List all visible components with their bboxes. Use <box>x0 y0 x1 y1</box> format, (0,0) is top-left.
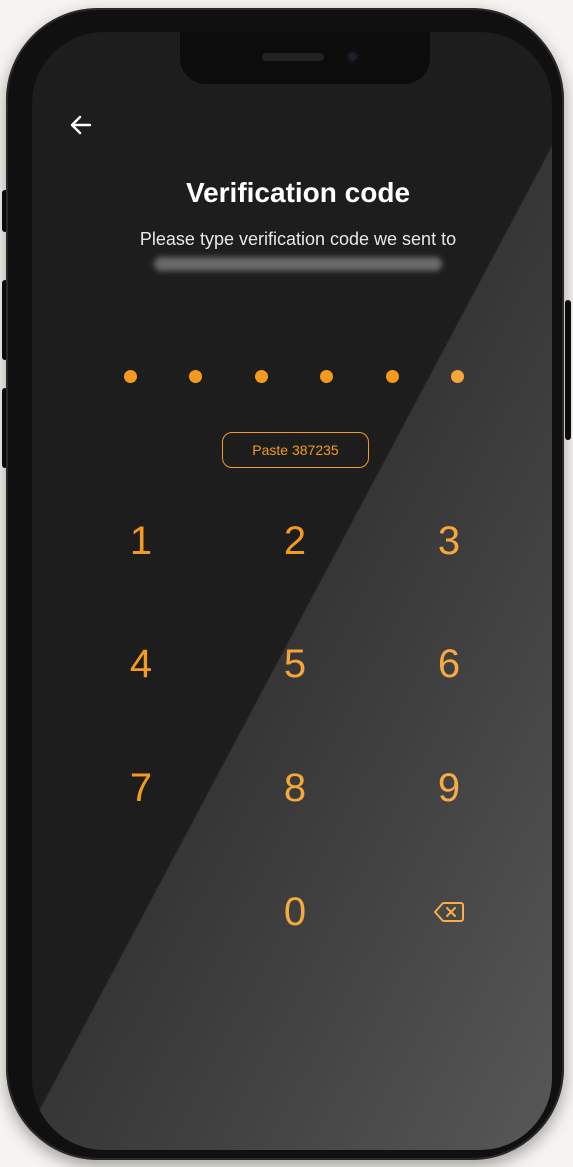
code-dots <box>124 370 464 383</box>
page-subtitle: Please type verification code we sent to <box>139 229 457 249</box>
code-dot <box>450 370 464 383</box>
key-2[interactable]: 2 <box>245 506 345 576</box>
code-dot <box>254 370 268 383</box>
key-6[interactable]: 6 <box>399 629 499 699</box>
phone-notch <box>180 32 430 84</box>
back-arrow-icon <box>70 115 92 135</box>
speaker-grille <box>262 53 324 61</box>
key-3[interactable]: 3 <box>399 506 499 576</box>
front-camera <box>345 49 360 64</box>
page-title: Verification code <box>185 177 411 208</box>
backspace-button[interactable] <box>399 877 499 947</box>
key-1[interactable]: 1 <box>91 506 191 576</box>
backspace-icon <box>434 902 464 922</box>
key-5[interactable]: 5 <box>245 629 345 699</box>
code-dot <box>385 370 399 383</box>
key-7[interactable]: 7 <box>91 753 191 823</box>
code-dot <box>124 370 137 383</box>
key-4[interactable]: 4 <box>91 629 191 699</box>
back-button[interactable] <box>68 112 94 138</box>
phone-frame: Verification code Please type verificati… <box>6 8 564 1160</box>
mockup-stage: Verification code Please type verificati… <box>0 0 573 1167</box>
phone-screen: Verification code Please type verificati… <box>32 32 552 1150</box>
key-8[interactable]: 8 <box>245 753 345 823</box>
redacted-email <box>154 257 442 271</box>
key-0[interactable]: 0 <box>245 877 345 947</box>
code-dot <box>320 370 334 383</box>
key-9[interactable]: 9 <box>399 753 499 823</box>
paste-code-button[interactable]: Paste 387235 <box>222 432 369 468</box>
phone-side-button-right <box>565 300 571 440</box>
code-dot <box>189 370 203 383</box>
